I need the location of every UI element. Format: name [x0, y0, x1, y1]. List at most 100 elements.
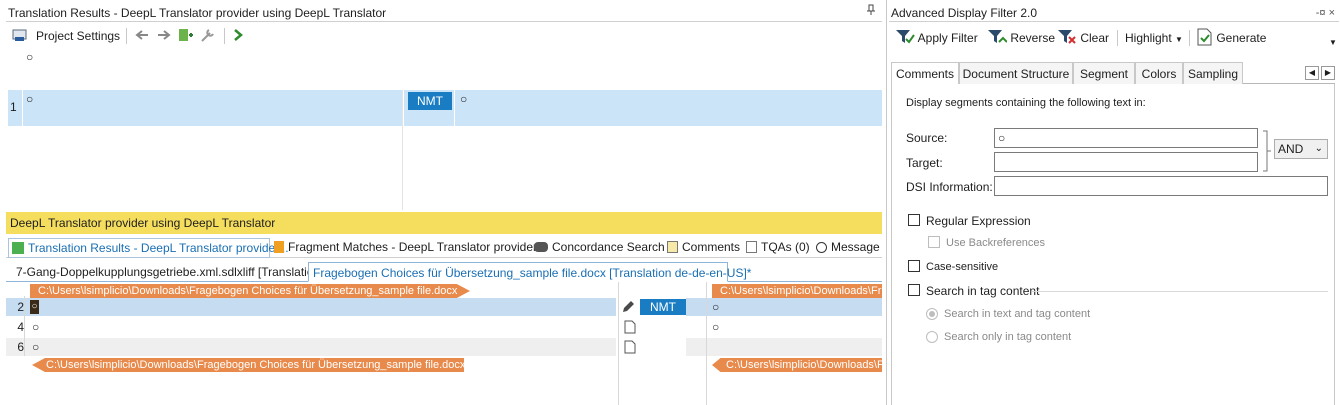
translation-editor-window: Translation Results - DeepL Translator p…	[0, 0, 886, 405]
window-controls[interactable]: -¤ ×	[1316, 4, 1335, 22]
editor-row-target[interactable]: ○	[686, 318, 882, 336]
top-source-text: ○	[26, 50, 34, 64]
backrefs-checkbox[interactable]	[928, 236, 940, 248]
translation-results-grid: ○ 1 ○ NMT ○	[6, 48, 882, 210]
tab-scroll-right-icon[interactable]: ▶	[1321, 66, 1335, 80]
tab-concordance-search[interactable]: Concordance Search	[534, 238, 665, 258]
filter-toolbar: Apply Filter Reverse Clear Highlight ▼ G…	[889, 24, 1339, 50]
result-target-cell[interactable]: NMT ○	[404, 90, 882, 126]
row-number: 6	[17, 340, 24, 354]
target-text[interactable]: ○	[712, 298, 719, 316]
bracket-icon	[1263, 130, 1271, 172]
apply-filter-button[interactable]: Apply Filter	[895, 28, 978, 48]
back-arrow-icon[interactable]	[134, 27, 150, 45]
document-status-icon	[624, 340, 636, 357]
tab-sampling[interactable]: Sampling	[1183, 62, 1243, 84]
filter-content: Display segments containing the followin…	[891, 84, 1335, 405]
advanced-display-filter-window: Advanced Display Filter 2.0 -¤ × Apply F…	[886, 0, 1340, 405]
translation-results-titlebar: Translation Results - DeepL Translator p…	[6, 4, 882, 22]
generate-button[interactable]: Generate	[1197, 28, 1266, 48]
nmt-badge: NMT	[408, 92, 452, 110]
clear-button[interactable]: Clear	[1057, 28, 1109, 48]
dsi-label: DSI Information:	[906, 180, 993, 194]
translation-results-title: Translation Results - DeepL Translator p…	[8, 6, 387, 20]
tab-segment[interactable]: Segment	[1073, 62, 1135, 84]
tab-translation-results[interactable]: Translation Results - DeepL Translator p…	[8, 238, 289, 258]
regex-checkbox[interactable]	[908, 214, 920, 226]
funnel-clear-icon	[1058, 30, 1076, 44]
filter-tabs: Comments Document Structure Segment Colo…	[891, 62, 1335, 84]
tool-tabs: Translation Results - DeepL Translator p…	[6, 236, 882, 258]
pin-icon[interactable]	[866, 4, 876, 22]
case-sensitive-checkbox[interactable]	[908, 260, 920, 272]
target-label: Target:	[906, 156, 943, 170]
source-path-tag-start: C:\Users\lsimplicio\Downloads\Fragebogen…	[30, 284, 470, 298]
row-number: 2	[17, 300, 24, 314]
row-number: 4	[17, 320, 24, 334]
translation-results-icon	[12, 242, 24, 254]
editor-row-source[interactable]: 2 ○	[6, 298, 616, 316]
close-icon[interactable]: ×	[1329, 7, 1335, 19]
tag-content-label: Search in tag content	[926, 284, 1044, 298]
comments-icon	[667, 241, 678, 253]
operator-select[interactable]: AND ⌄	[1274, 139, 1328, 159]
filter-title: Advanced Display Filter 2.0	[891, 6, 1038, 20]
dsi-input[interactable]	[994, 176, 1328, 196]
editor-grid: C:\Users\lsimplicio\Downloads\Fragebogen…	[6, 282, 882, 405]
editor-row-source[interactable]: 6 ○	[6, 338, 616, 356]
document-tabs: 7-Gang-Doppelkupplungsgetriebe.xml.sdlxl…	[6, 262, 882, 282]
provider-bar: DeepL Translator provider using DeepL Tr…	[6, 212, 882, 234]
editor-row-source[interactable]: 4 ○	[6, 318, 616, 336]
chevron-down-icon: ⌄	[1314, 143, 1323, 154]
source-text[interactable]: ○	[30, 300, 39, 314]
toolbar-overflow-icon[interactable]: ▼	[1329, 38, 1337, 47]
target-text[interactable]: ○	[712, 318, 719, 336]
tab-comments[interactable]: Comments	[667, 238, 740, 258]
pin-icon[interactable]: -¤	[1316, 7, 1326, 19]
filter-heading: Display segments containing the followin…	[906, 97, 1146, 109]
source-input[interactable]: ○	[994, 128, 1258, 148]
project-settings-icon[interactable]	[12, 27, 28, 45]
radio-text-and-tag[interactable]	[926, 308, 938, 320]
editor-row-target[interactable]: ○	[686, 298, 882, 316]
tab-document-structure[interactable]: Document Structure	[959, 62, 1073, 84]
tab-doc-gearbox[interactable]: 7-Gang-Doppelkupplungsgetriebe.xml.sdlxl…	[16, 262, 324, 282]
regex-label: Regular Expression	[926, 214, 1031, 228]
tab-colors[interactable]: Colors	[1135, 62, 1183, 84]
tab-messages[interactable]: Message	[816, 238, 880, 258]
tools-icon[interactable]	[200, 27, 216, 45]
play-icon[interactable]	[230, 27, 246, 45]
apply-translation-icon[interactable]	[178, 27, 194, 45]
radio-text-and-tag-label: Search in text and tag content	[944, 308, 1091, 320]
tab-scroll-left-icon[interactable]: ◀	[1305, 66, 1319, 80]
target-input[interactable]	[994, 152, 1258, 172]
tab-doc-fragebogen[interactable]: Fragebogen Choices für Übersetzung_sampl…	[308, 262, 751, 282]
document-status-icon	[624, 320, 636, 337]
pencil-icon	[620, 299, 636, 318]
editor-row-target[interactable]	[686, 338, 882, 356]
generate-icon	[1197, 28, 1212, 46]
source-text[interactable]: ○	[32, 338, 39, 356]
tab-fragment-matches[interactable]: Fragment Matches - DeepL Translator prov…	[274, 238, 546, 258]
tab-comments[interactable]: Comments	[891, 62, 959, 84]
reverse-icon	[988, 30, 1008, 43]
target-path-tag-end: C:\Users\lsimplicio\Downloads\Fr	[712, 358, 882, 372]
case-sensitive-label: Case-sensitive	[926, 261, 999, 273]
fragment-matches-icon	[274, 241, 284, 253]
source-label: Source:	[906, 131, 948, 145]
tab-tqas[interactable]: TQAs (0)	[746, 238, 810, 258]
tag-content-checkbox[interactable]	[908, 284, 920, 296]
source-text[interactable]: ○	[32, 318, 39, 336]
result-source-text: ○	[26, 92, 34, 106]
radio-tag-only[interactable]	[926, 331, 938, 343]
backrefs-label: Use Backreferences	[946, 237, 1046, 249]
warning-icon	[816, 242, 827, 253]
forward-arrow-icon[interactable]	[156, 27, 172, 45]
project-settings-button[interactable]: Project Settings	[36, 27, 120, 45]
target-path-tag-start: C:\Users\lsimplicio\Downloads\Fr	[712, 284, 882, 298]
source-path-tag-end: C:\Users\lsimplicio\Downloads\Fragebogen…	[32, 358, 464, 372]
binoculars-icon	[534, 242, 548, 252]
highlight-dropdown[interactable]: Highlight ▼	[1125, 28, 1183, 48]
result-source-cell[interactable]: 1 ○	[8, 90, 402, 126]
reverse-button[interactable]: Reverse	[987, 28, 1055, 48]
